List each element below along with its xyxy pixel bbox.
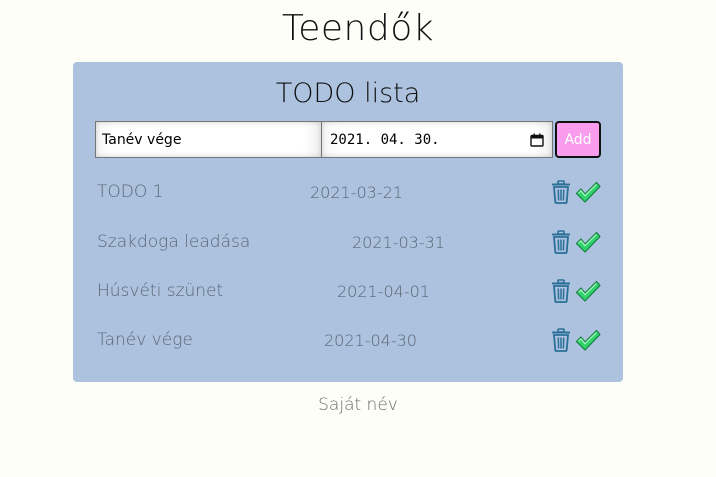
check-icon[interactable]	[575, 180, 601, 204]
trash-icon[interactable]	[551, 230, 571, 254]
trash-icon[interactable]	[551, 180, 571, 204]
todo-text-input[interactable]	[95, 121, 321, 158]
check-icon[interactable]	[575, 230, 601, 254]
check-icon[interactable]	[575, 279, 601, 303]
add-button[interactable]: Add	[555, 121, 601, 158]
todo-item: Tanév vége 2021-04-30	[97, 326, 601, 356]
todo-item: TODO 1 2021-03-21	[97, 178, 601, 208]
todo-actions	[551, 230, 601, 254]
todo-date: 2021-03-21	[310, 183, 403, 202]
todo-actions	[551, 180, 601, 204]
todo-item: Húsvéti szünet 2021-04-01	[97, 277, 601, 307]
todo-title: Szakdoga leadása	[97, 232, 251, 252]
todo-date: 2021-04-30	[324, 331, 417, 350]
page-title: Teendők	[281, 8, 435, 49]
add-todo-form: 2021. 04. 30. Add	[95, 121, 603, 158]
todo-card: TODO lista 2021. 04. 30. Add TODO 1 2021…	[73, 62, 623, 382]
todo-date: 2021-04-01	[337, 282, 430, 301]
footer-name: Saját név	[318, 395, 398, 415]
todo-actions	[551, 279, 601, 303]
todo-date: 2021-03-31	[352, 233, 445, 252]
calendar-icon[interactable]	[530, 133, 544, 147]
trash-icon[interactable]	[551, 279, 571, 303]
todo-date-input[interactable]: 2021. 04. 30.	[321, 121, 553, 158]
todo-title: Tanév vége	[97, 330, 193, 350]
check-icon[interactable]	[575, 328, 601, 352]
date-value: 2021. 04. 30.	[330, 131, 440, 148]
card-title: TODO lista	[275, 78, 421, 109]
todo-title: Húsvéti szünet	[97, 281, 224, 301]
todo-item: Szakdoga leadása 2021-03-31	[97, 228, 601, 258]
todo-title: TODO 1	[97, 182, 164, 202]
trash-icon[interactable]	[551, 328, 571, 352]
todo-actions	[551, 328, 601, 352]
